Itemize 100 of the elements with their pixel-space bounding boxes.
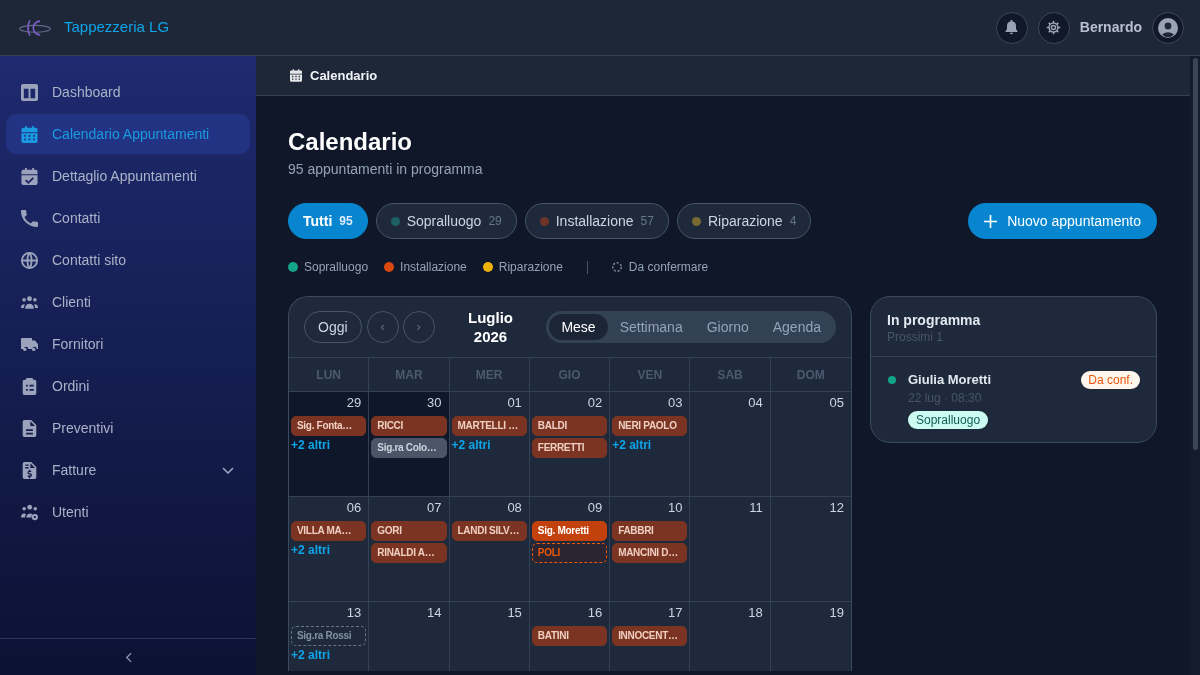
day-number: 12 [829, 499, 845, 517]
more-events-link[interactable]: +2 altri [291, 647, 331, 663]
day-cell[interactable]: 30 RICCI Sig.ra Colo… [369, 392, 450, 496]
day-cell[interactable]: 17 INNOCENT… [610, 602, 691, 671]
event-chip[interactable]: RICCI [371, 416, 447, 436]
sidebar-item[interactable]: Preventivi [6, 408, 250, 448]
day-number: 08 [507, 499, 523, 517]
legend-label: Riparazione [498, 259, 563, 276]
user-name: Bernardo [1079, 18, 1142, 37]
event-chip[interactable]: RINALDI A… [371, 543, 447, 563]
more-events-link[interactable]: +2 altri [291, 437, 331, 453]
more-events-link[interactable]: +2 altri [291, 542, 331, 558]
dashboard-icon [20, 83, 38, 101]
view-tab[interactable]: Agenda [760, 314, 833, 340]
month-title: Luglio 2026 [467, 308, 514, 346]
chevron-left-icon [124, 651, 132, 663]
logo-icon [18, 17, 52, 38]
clipboard-list-icon [20, 377, 38, 395]
event-chip[interactable]: INNOCENT… [612, 626, 688, 646]
sidebar-item[interactable]: Contatti sito [6, 240, 250, 280]
day-cell[interactable]: 16 BATINI [529, 602, 611, 671]
sidebar-item[interactable]: Fornitori [6, 324, 250, 364]
scrollbar-thumb[interactable] [1192, 58, 1198, 450]
settings-icon [1046, 20, 1062, 35]
bell-icon [1005, 20, 1019, 35]
event-chip[interactable]: NERI PAOLO [612, 416, 688, 436]
filter-chip[interactable]: Sopralluogo 29 [375, 203, 517, 239]
users-gear-icon [20, 503, 38, 521]
sidebar-item[interactable]: Dettaglio Appuntamenti [6, 156, 250, 196]
event-chip[interactable]: MARTELLI … [451, 416, 527, 436]
appointment-name[interactable]: Giulia Moretti [908, 370, 992, 390]
more-events-link[interactable]: +2 altri [612, 437, 652, 453]
panel-title: In programma [887, 311, 981, 329]
filter-chip[interactable]: Riparazione 4 [676, 203, 812, 239]
day-number: 03 [667, 394, 684, 412]
event-chip[interactable]: POLI [531, 543, 608, 563]
invoice-icon [20, 461, 38, 479]
day-number: 15 [507, 604, 523, 622]
sidebar-item[interactable]: Clienti [6, 282, 250, 322]
sidebar-item[interactable]: Fatture [6, 450, 250, 490]
legend-label: Installazione [400, 259, 467, 276]
sidebar-item[interactable]: Ordini [6, 366, 250, 406]
day-number: 14 [427, 604, 443, 622]
day-number: 30 [427, 394, 443, 412]
phone-icon [20, 209, 38, 227]
day-cell[interactable]: 07 GORI RINALDI A… [369, 497, 450, 601]
day-number: 29 [346, 394, 363, 412]
day-cell[interactable]: 01 MARTELLI … +2 altri [449, 392, 530, 496]
legend-label: Sopralluogo [304, 259, 369, 276]
day-cell[interactable]: 10 FABBRI MANCINI D… [610, 497, 691, 601]
day-number: 02 [587, 394, 604, 412]
event-chip[interactable]: VILLA MA… [291, 521, 367, 541]
day-number: 01 [507, 394, 523, 412]
calendar-icon [20, 125, 38, 143]
event-chip[interactable]: FERRETTI [531, 438, 608, 458]
day-number: 13 [346, 604, 363, 622]
filter-chip[interactable]: Tutti 95 [288, 203, 368, 239]
breadcrumb-label: Calendario [310, 66, 378, 85]
calendar-check-icon [20, 167, 38, 185]
sidebar-item[interactable]: Contatti [6, 198, 250, 238]
view-tab[interactable]: Mese [549, 314, 608, 340]
status-badge: Da conf. [1081, 371, 1140, 389]
day-number: 06 [346, 499, 363, 517]
users-icon [20, 293, 38, 311]
event-chip[interactable]: Sig. Fonta… [291, 416, 367, 436]
day-cell[interactable]: 03 NERI PAOLO +2 altri [610, 392, 691, 496]
event-chip[interactable]: MANCINI D… [612, 543, 688, 563]
day-cell[interactable]: 09 Sig. Moretti POLI [529, 497, 611, 601]
document-icon [20, 419, 38, 437]
page-title: Calendario [288, 128, 414, 156]
avatar-icon [1158, 17, 1178, 38]
day-cell[interactable]: 02 BALDI FERRETTI [529, 392, 611, 496]
plus-icon [984, 214, 998, 228]
filter-chip[interactable]: Installazione 57 [524, 203, 669, 239]
day-number: 17 [667, 604, 684, 622]
sidebar-item[interactable]: Calendario Appuntamenti [6, 114, 250, 154]
event-chip[interactable]: Sig.ra Rossi [291, 626, 367, 646]
day-cell[interactable]: 08 LANDI SILV… [449, 497, 530, 601]
event-chip[interactable]: BALDI [531, 416, 608, 436]
day-number: 07 [427, 499, 443, 517]
page-subtitle: 95 appuntamenti in programma [288, 160, 484, 179]
day-number: 19 [829, 604, 845, 622]
day-number: 10 [667, 499, 684, 517]
event-chip[interactable]: BATINI [531, 626, 608, 646]
sidebar-item[interactable]: Utenti [6, 492, 250, 532]
more-events-link[interactable]: +2 altri [451, 437, 491, 453]
event-chip[interactable]: FABBRI [612, 521, 688, 541]
sidebar-item[interactable]: Dashboard [6, 72, 250, 112]
event-chip[interactable]: LANDI SILV… [451, 521, 527, 541]
day-cell[interactable]: 06 VILLA MA… +2 altri [289, 497, 370, 601]
day-cell[interactable]: 13 Sig.ra Rossi +2 altri [289, 602, 370, 671]
view-tab[interactable]: Settimana [607, 314, 695, 340]
new-appointment-button[interactable]: Nuovo appuntamento [968, 203, 1157, 239]
user-avatar-button[interactable] [1152, 11, 1184, 44]
event-chip[interactable]: GORI [371, 521, 447, 541]
event-chip[interactable]: Sig.ra Colo… [371, 438, 447, 458]
day-cell[interactable]: 29 Sig. Fonta… +2 altri [289, 392, 370, 496]
day-number: 09 [587, 499, 604, 517]
view-tab[interactable]: Giorno [694, 314, 761, 340]
event-chip[interactable]: Sig. Moretti [531, 521, 608, 541]
